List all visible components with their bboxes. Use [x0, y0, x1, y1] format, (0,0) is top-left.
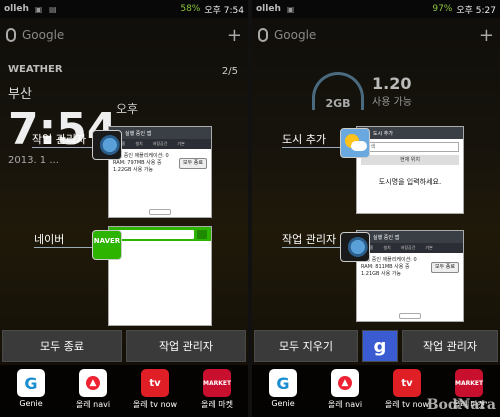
thumb-line: 1.21GB 사용 가능 — [361, 271, 402, 277]
search-placeholder: Google — [22, 28, 65, 42]
cloud-icon — [351, 141, 367, 151]
recent-app-task-manager[interactable]: 실행 중인 앱 실행 중설치저장공간기본 실행 중인 애플리케이션: 0 RAM… — [108, 126, 212, 218]
notification-icons: ▣ — [286, 4, 297, 14]
thumb-close-all-button: 모두 종료 — [431, 262, 459, 273]
thumb-body: 실행 중인 애플리케이션: 0 RAM: 797MB 사용 중 1.22GB 사… — [109, 149, 211, 178]
task-manager-icon — [340, 232, 370, 262]
tv-icon: tv — [393, 369, 421, 397]
dock-item-olleh-market[interactable]: MARKET 올레 마켓 — [188, 369, 246, 410]
status-bar: olleh ▣ 97% 오후 5:27 — [252, 0, 500, 18]
thumb-close-all-button: 모두 종료 — [179, 158, 207, 169]
naver-search-bar — [109, 227, 211, 241]
carrier-name: olleh — [4, 4, 29, 14]
battery-level: 97% — [432, 4, 453, 14]
mic-icon[interactable] — [6, 28, 16, 42]
mic-icon[interactable] — [258, 28, 268, 42]
genie-icon: G — [17, 369, 45, 397]
clear-all-button[interactable]: 모두 지우기 — [254, 330, 358, 362]
leader-line — [282, 247, 342, 248]
dock: G Genie ▲ 올레 navi tv 올레 tv now MARKET 올레… — [0, 365, 248, 417]
naver-icon: NAVER — [92, 230, 122, 260]
thumb-titlebar: 실행 중인 앱 — [109, 127, 211, 139]
thumb-line: 1.22GB 사용 가능 — [113, 167, 154, 173]
recent-label-naver: 네이버 — [34, 233, 65, 246]
carrier-name: olleh — [256, 4, 281, 14]
status-time: 오후 5:27 — [456, 5, 496, 16]
google-search-bar[interactable]: Google + — [6, 22, 242, 48]
thumb-titlebar: 도시 추가 — [357, 127, 463, 139]
data-gauge: 2GB — [312, 72, 364, 110]
thumb-line: RAM: 797MB 사용 중 — [113, 160, 162, 166]
leader-line — [34, 247, 94, 248]
data-usage-widget: 2GB 1.20 사용 가능 — [312, 64, 480, 118]
status-time: 오후 7:54 — [204, 5, 244, 16]
dock-item-olleh-navi[interactable]: ▲ 올레 navi — [316, 369, 374, 410]
recent-app-task-manager[interactable]: 실행 중인 앱 실행 중설치저장공간기본 실행 중인 애플리케이션: 0 RAM… — [356, 230, 464, 322]
task-manager-button[interactable]: 작업 관리자 — [126, 330, 246, 362]
weather-ampm: 오후 — [116, 102, 139, 116]
recent-label-task-manager: 작업 관리자 — [282, 233, 337, 246]
thumb-body: 실행 중인 애플리케이션: 0 RAM: 811MB 사용 중 1.21GB 사… — [357, 253, 463, 282]
genie-icon: G — [269, 369, 297, 397]
watermark: BodNara — [426, 397, 496, 413]
recent-app-weather[interactable]: 도시 추가 검색 현재 위치 도시명을 입력하세요. — [356, 126, 464, 214]
weather-app-icon — [340, 128, 370, 158]
add-icon[interactable]: + — [479, 25, 494, 46]
recent-app-naver[interactable] — [108, 226, 212, 326]
market-icon: MARKET — [455, 369, 483, 397]
data-amount: 1.20 — [372, 74, 412, 93]
dock-item-genie[interactable]: G Genie — [2, 369, 60, 408]
leader-line — [282, 147, 342, 148]
google-search-icon[interactable]: g — [362, 330, 398, 362]
add-icon[interactable]: + — [227, 25, 242, 46]
left-screen: olleh ▣ ▤ 58% 오후 7:54 Google + WEATHER 2… — [0, 0, 248, 417]
market-icon: MARKET — [203, 369, 231, 397]
recent-label-task-manager: 작업 관리자 — [32, 133, 87, 146]
dock-item-genie[interactable]: G Genie — [254, 369, 312, 408]
thumb-handle — [149, 209, 171, 215]
task-manager-button[interactable]: 작업 관리자 — [402, 330, 498, 362]
city-search-field: 검색 — [361, 142, 459, 152]
leader-line — [32, 147, 94, 148]
recent-label-add-city: 도시 추가 — [282, 133, 326, 146]
thumb-titlebar: 실행 중인 앱 — [357, 231, 463, 243]
battery-level: 58% — [180, 4, 201, 14]
notification-icons: ▣ ▤ — [34, 4, 59, 14]
navi-icon: ▲ — [79, 369, 107, 397]
current-location-button: 현재 위치 — [361, 155, 459, 165]
weather-page-indicator: 2/5 — [221, 66, 238, 77]
thumb-line: RAM: 811MB 사용 중 — [361, 264, 410, 270]
navi-icon: ▲ — [331, 369, 359, 397]
task-manager-icon — [92, 130, 122, 160]
tv-icon: tv — [141, 369, 169, 397]
city-prompt: 도시명을 입력하세요. — [378, 178, 442, 186]
google-search-bar[interactable]: Google + — [258, 22, 494, 48]
thumb-tabs: 실행 중설치저장공간기본 — [109, 139, 211, 149]
dock-item-olleh-navi[interactable]: ▲ 올레 navi — [64, 369, 122, 410]
dock-item-olleh-tv-now[interactable]: tv 올레 tv now — [126, 369, 184, 410]
thumb-tabs: 실행 중설치저장공간기본 — [357, 243, 463, 253]
search-placeholder: Google — [274, 28, 317, 42]
status-bar: olleh ▣ ▤ 58% 오후 7:54 — [0, 0, 248, 18]
thumb-handle — [399, 313, 421, 319]
right-screen: olleh ▣ 97% 오후 5:27 Google + 2GB 1.20 사용… — [252, 0, 500, 417]
close-all-button[interactable]: 모두 종료 — [2, 330, 122, 362]
weather-brand: WEATHER — [8, 64, 63, 75]
data-unit: 사용 가능 — [372, 97, 412, 108]
